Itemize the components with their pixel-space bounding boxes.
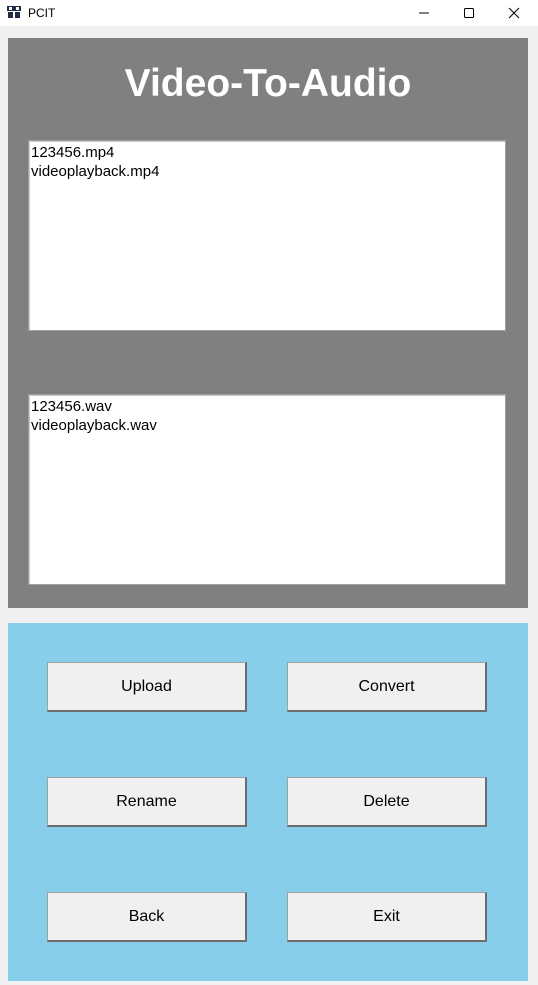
action-panel: Upload Convert Rename Delete Back Exit <box>8 623 528 981</box>
video-file-listbox[interactable]: 123456.mp4 videoplayback.mp4 <box>28 140 506 331</box>
exit-button[interactable]: Exit <box>287 892 487 942</box>
audio-list-item[interactable]: videoplayback.wav <box>31 416 503 435</box>
upload-button[interactable]: Upload <box>47 662 247 712</box>
rename-button[interactable]: Rename <box>47 777 247 827</box>
video-list-item[interactable]: videoplayback.mp4 <box>31 162 503 181</box>
back-button[interactable]: Back <box>47 892 247 942</box>
app-icon <box>7 6 21 18</box>
minimize-button[interactable] <box>402 0 446 26</box>
file-panel: Video-To-Audio 123456.mp4 videoplayback.… <box>8 38 528 608</box>
audio-file-listbox[interactable]: 123456.wav videoplayback.wav <box>28 394 506 585</box>
convert-button[interactable]: Convert <box>287 662 487 712</box>
audio-list-item[interactable]: 123456.wav <box>31 397 503 416</box>
close-icon <box>508 7 520 19</box>
delete-button[interactable]: Delete <box>287 777 487 827</box>
maximize-icon <box>464 8 474 18</box>
page-title: Video-To-Audio <box>124 62 412 105</box>
title-bar: PCIT <box>0 0 538 26</box>
maximize-button[interactable] <box>447 0 491 26</box>
minimize-icon <box>419 12 429 14</box>
close-button[interactable] <box>492 0 536 26</box>
video-list-item[interactable]: 123456.mp4 <box>31 143 503 162</box>
window-title: PCIT <box>28 6 56 20</box>
